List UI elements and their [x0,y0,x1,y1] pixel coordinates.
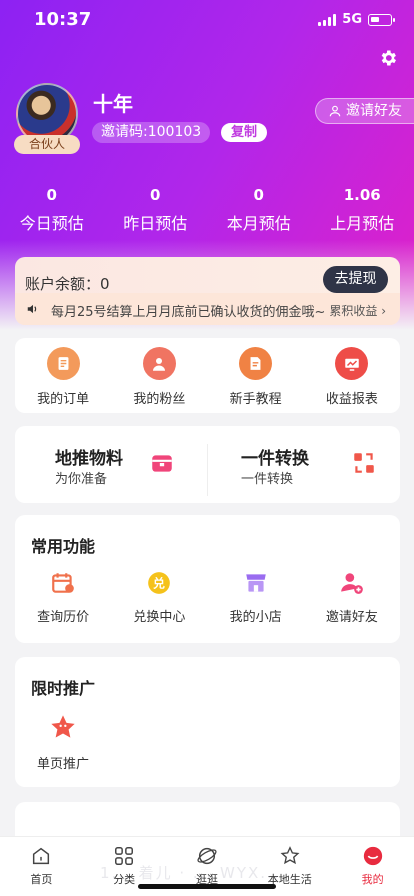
stat-this-month[interactable]: 0 本月预估 [207,186,311,234]
balance-card: 账户余额：0 去提现 每月25号结算上月月底前已确认收货的佣金哦~ 累积收益 › [15,257,400,325]
tab-label: 我的 [361,873,384,886]
function-label: 兑换中心 [133,610,186,625]
stat-last-month[interactable]: 1.06 上月预估 [311,186,414,234]
function-invite-friends[interactable]: 邀请好友 [304,570,400,625]
stat-label: 昨日预估 [123,214,188,233]
tab-profile[interactable]: 我的 [331,837,414,896]
role-badge: 合伙人 [14,135,80,154]
battery-icon [368,13,395,26]
promo-title: 一件转换 [241,449,309,469]
balance-label: 账户余额：0 [25,275,110,293]
svg-text:兑: 兑 [153,576,165,590]
quick-action-label: 收益报表 [325,392,378,407]
stat-value: 0 [150,186,161,204]
quick-action-label: 我的订单 [37,392,90,407]
notice-text: 每月25号结算上月月底前已确认收货的佣金哦~ [51,305,326,320]
stat-today[interactable]: 0 今日预估 [0,186,104,234]
gear-icon[interactable] [378,48,398,68]
limited-promo-label: 单页推广 [36,757,89,772]
quick-action-label: 新手教程 [229,392,282,407]
settlement-notice: 每月25号结算上月月底前已确认收货的佣金哦~ 累积收益 › [15,293,400,325]
signal-icon [318,13,337,26]
username: 十年 [93,92,133,116]
home-icon [33,847,50,865]
invite-friends-label: 邀请好友 [346,103,402,119]
section-title: 限时推广 [31,679,96,698]
status-indicators: 5G [318,12,395,27]
common-functions-card: 常用功能 查询历价 兑 兑换中心 我的小店 邀请好友 [15,515,400,643]
home-indicator [138,884,276,889]
function-label: 查询历价 [37,610,90,625]
invite-friends-button[interactable]: 邀请好友 [315,98,414,124]
accumulated-earnings-link[interactable]: 累积收益 › [329,302,386,319]
copy-button[interactable]: 复制 [221,123,268,142]
exchange-icon: 兑 [148,572,171,594]
star-icon [51,715,75,738]
avatar-block[interactable]: 合伙人 [14,83,80,154]
user-icon [329,105,341,117]
report-icon [335,347,369,380]
stat-label: 上月预估 [330,214,395,233]
promo-one-click-convert[interactable]: 一件转换 一件转换 [208,426,400,513]
function-exchange-center[interactable]: 兑 兑换中心 [111,570,207,625]
speaker-icon [27,304,37,314]
network-label: 5G [342,12,362,27]
shop-icon [245,574,266,592]
tab-label: 首页 [30,873,53,886]
limited-promo-single-page[interactable]: 单页推广 [15,713,111,772]
tab-home[interactable]: 首页 [0,837,83,896]
stat-label: 今日预估 [19,214,84,233]
local-life-icon [280,846,300,865]
stat-yesterday[interactable]: 0 昨日预估 [104,186,208,234]
promo-materials[interactable]: 地推物料 为你准备 [15,426,207,513]
function-label: 我的小店 [229,610,282,625]
calendar-icon [52,573,74,593]
function-my-shop[interactable]: 我的小店 [208,570,304,625]
stat-label: 本月预估 [226,214,291,233]
profile-icon [363,846,382,866]
order-icon [46,347,80,380]
promo-subtitle: 为你准备 [55,472,108,487]
promo-subtitle: 一件转换 [241,472,294,487]
add-user-icon [341,573,363,594]
fans-icon [142,347,176,380]
earnings-stats: 0 今日预估 0 昨日预估 0 本月预估 1.06 上月预估 [0,186,414,234]
promo-title: 地推物料 [55,449,123,469]
promo-card: 地推物料 为你准备 一件转换 一件转换 [15,426,400,503]
quick-actions-card: 我的订单 我的粉丝 新手教程 收益报表 [15,338,400,413]
stat-value: 0 [253,186,264,204]
function-price-history[interactable]: 查询历价 [15,570,111,625]
tutorial-icon [239,347,273,380]
section-title: 常用功能 [31,537,96,556]
status-time: 10:37 [34,9,92,30]
convert-icon [354,453,374,473]
quick-action-fans[interactable]: 我的粉丝 [111,347,207,407]
watermark: 1... 着儿 · ... WYX... [100,864,281,882]
stat-value: 0 [46,186,57,204]
box-icon [152,455,172,472]
quick-action-tutorial[interactable]: 新手教程 [208,347,304,407]
status-bar: 10:37 5G [0,0,414,40]
limited-promo-card: 限时推广 单页推广 [15,657,400,787]
quick-action-label: 我的粉丝 [133,392,186,407]
quick-action-report[interactable]: 收益报表 [304,347,400,407]
quick-action-orders[interactable]: 我的订单 [15,347,111,407]
function-label: 邀请好友 [325,610,378,625]
stat-value: 1.06 [343,186,381,204]
invite-code: 邀请码:100103 [92,122,211,143]
withdraw-button[interactable]: 去提现 [323,266,388,293]
